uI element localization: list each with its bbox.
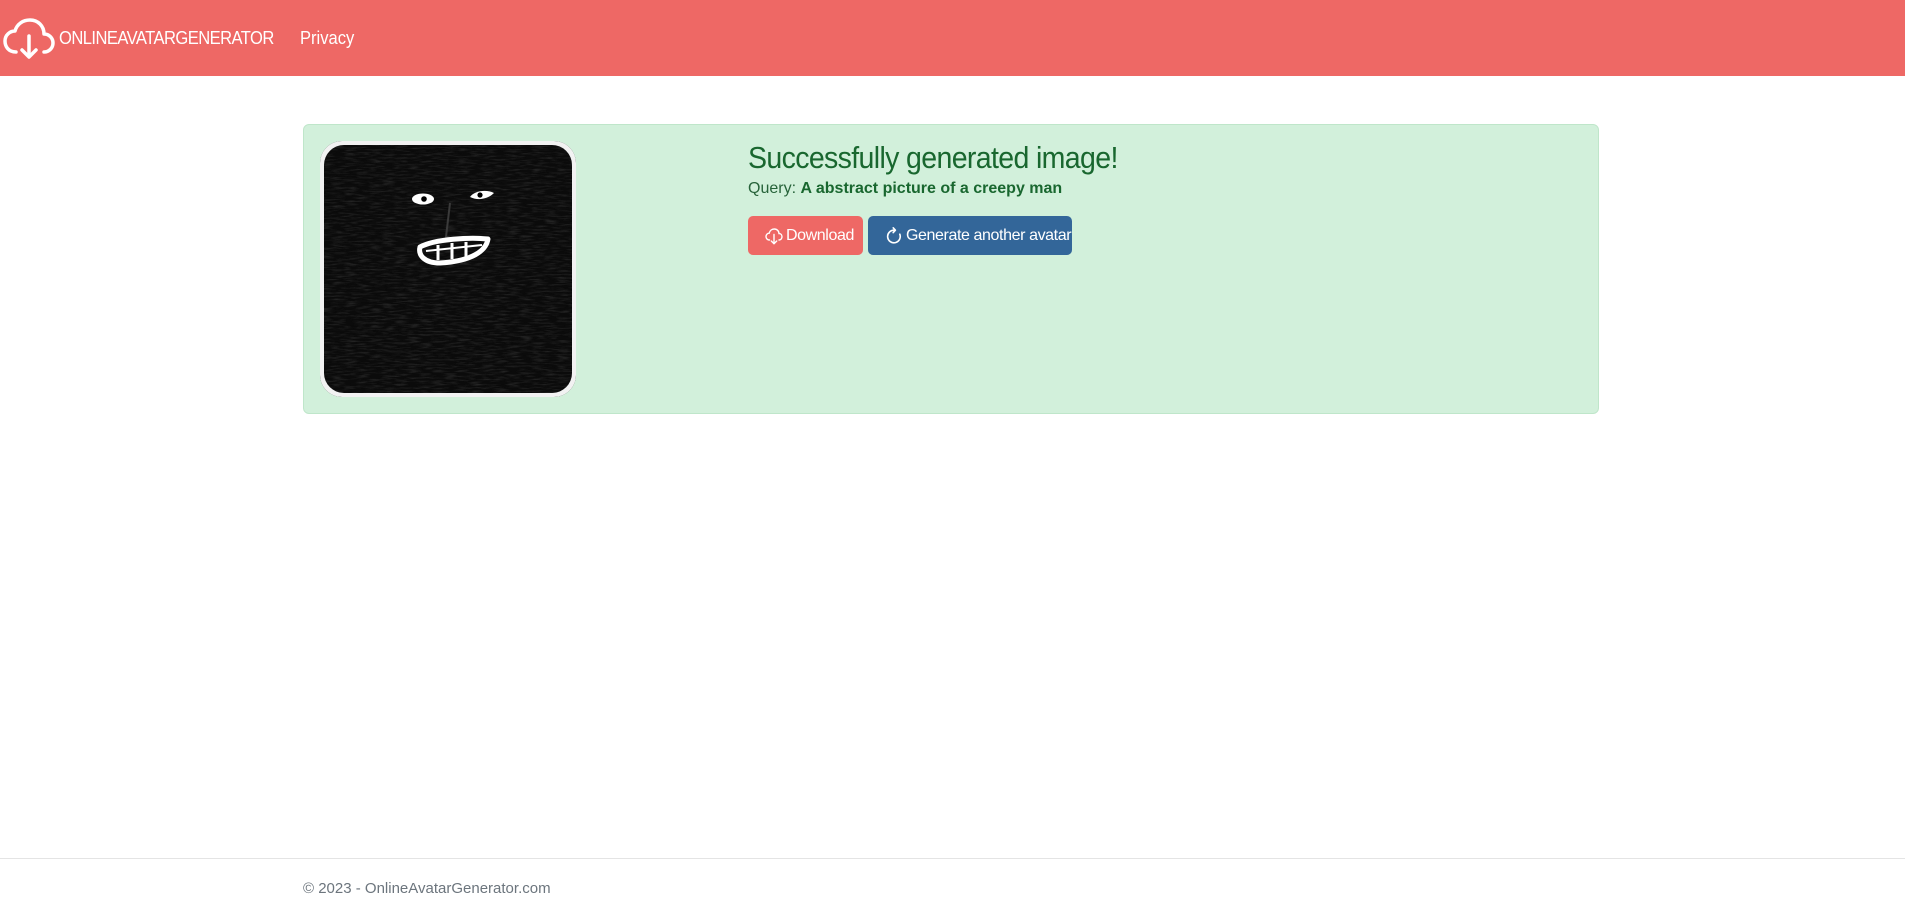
generate-another-avatar-button[interactable]: Generate another avatar <box>868 216 1072 256</box>
generate-button-label: Generate another avatar <box>906 226 1072 244</box>
footer-copyright: © 2023 - OnlineAvatarGenerator.com <box>303 880 551 897</box>
cloud-download-icon <box>764 226 784 246</box>
nav-link-privacy[interactable]: Privacy <box>300 28 354 49</box>
refresh-icon <box>884 226 904 246</box>
brand-link[interactable]: ONLINEAVATARGENERATOR <box>0 0 292 76</box>
success-title: Successfully generated image! <box>748 140 1118 175</box>
result-content: Successfully generated image! Query: A a… <box>748 139 1150 256</box>
page: ONLINEAVATARGENERATOR Privacy Successful… <box>0 0 1905 919</box>
action-buttons: Download Generate another avatar <box>748 216 1150 256</box>
cloud-download-icon <box>2 16 56 60</box>
download-button-label: Download <box>786 226 854 244</box>
query-label: Query: <box>748 180 797 198</box>
query-line: Query: A abstract picture of a creepy ma… <box>748 180 1150 198</box>
success-panel: Successfully generated image! Query: A a… <box>303 124 1599 414</box>
query-value: A abstract picture of a creepy man <box>800 180 1063 198</box>
download-button[interactable]: Download <box>748 216 863 256</box>
top-navbar: ONLINEAVATARGENERATOR Privacy <box>0 0 1905 76</box>
generated-avatar-image <box>320 141 576 397</box>
footer-divider <box>0 858 1905 859</box>
brand-name: ONLINEAVATARGENERATOR <box>59 28 274 48</box>
